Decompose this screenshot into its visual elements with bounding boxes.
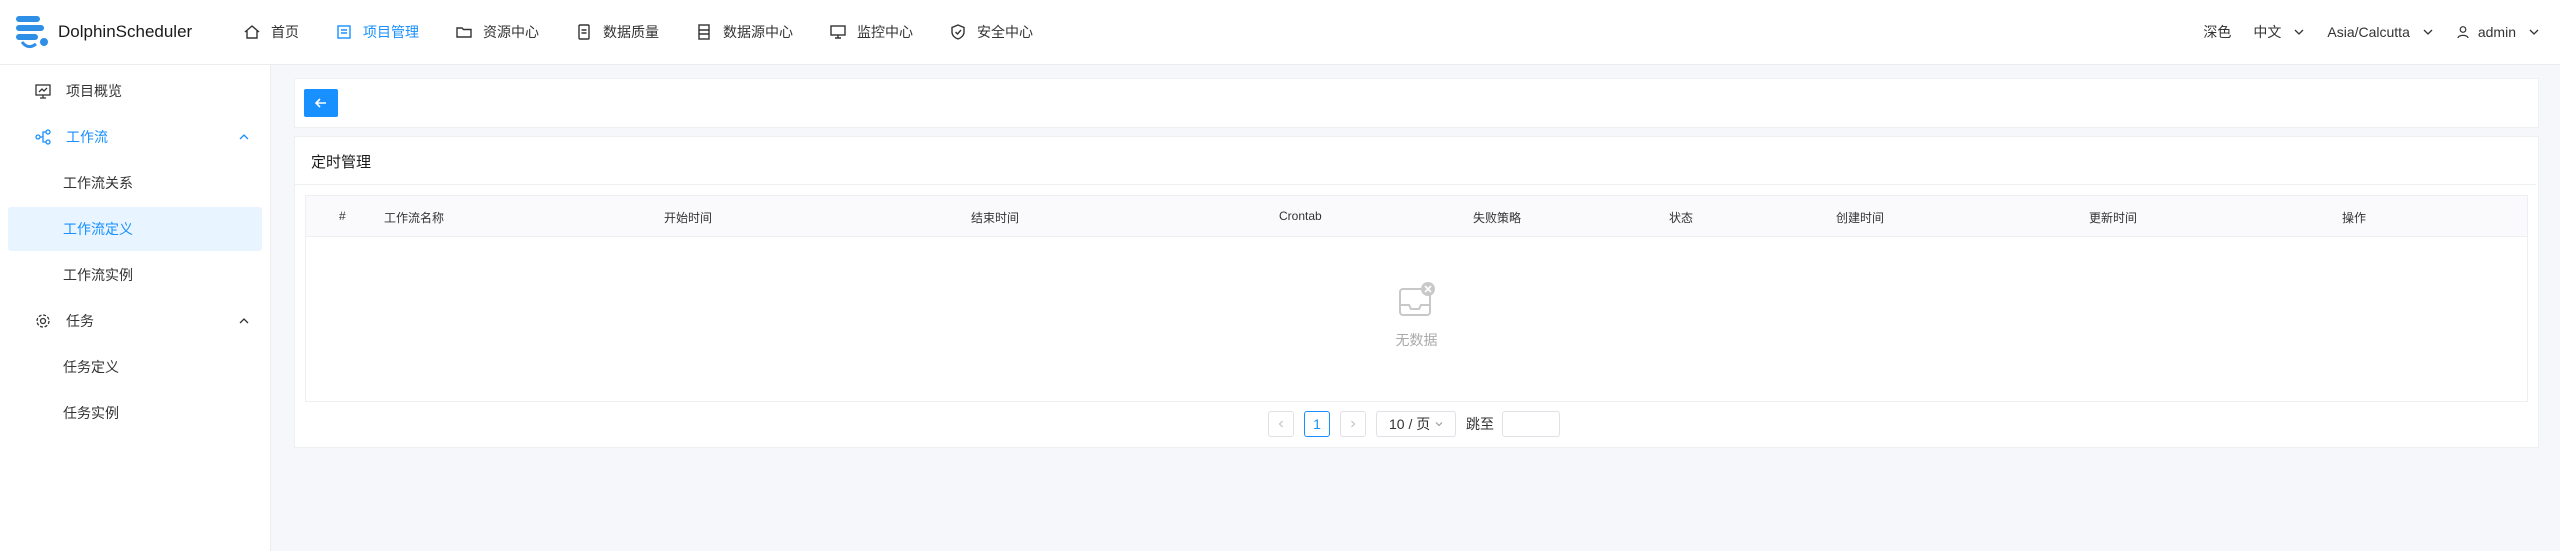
page-size-select[interactable]: 10 / 页 [1376,411,1456,437]
timezone-label: Asia/Calcutta [2327,24,2410,40]
main-nav: 首页 项目管理 资源中心 数据质量 数据源中心 监控中心 安全中心 [225,0,1051,64]
sidebar-item-workflow-relation[interactable]: 工作流关系 [8,161,262,205]
workflow-icon [35,129,51,145]
column-header: 失败策略 [1473,211,1522,225]
column-header: Crontab [1279,209,1322,223]
chevron-down-icon [2294,29,2304,35]
nav-monitor-label: 监控中心 [857,24,913,40]
nav-data-quality[interactable]: 数据质量 [557,0,677,64]
chevron-up-icon [239,134,249,140]
header-right: 深色 中文 Asia/Calcutta admin [2181,0,2560,64]
nav-security-label: 安全中心 [977,24,1033,40]
column-header: 创建时间 [1836,211,1885,225]
prev-page-button[interactable] [1268,411,1294,437]
language-select[interactable]: 中文 [2253,22,2305,42]
project-icon [337,25,351,39]
shield-icon [951,24,965,40]
chevron-right-icon [1351,420,1356,428]
column-header: 工作流名称 [384,211,445,225]
dolphin-logo-icon [10,12,56,52]
nav-datasource[interactable]: 数据源中心 [677,0,811,64]
sidebar-item-label: 工作流 [66,129,108,145]
toolbar-card [294,78,2539,128]
nav-security[interactable]: 安全中心 [931,0,1051,64]
column-header: 状态 [1669,211,1694,225]
sidebar-item-label: 工作流实例 [63,267,133,283]
nav-project-label: 项目管理 [363,24,419,40]
sidebar: 项目概览 工作流 工作流关系 工作流定义 工作流实例 任务 任务定义 任务实例 [0,65,271,551]
chevron-down-icon [2529,29,2539,35]
jump-page-input[interactable] [1502,411,1560,437]
page-button-current[interactable]: 1 [1304,411,1330,437]
chevron-down-icon [1435,422,1443,427]
timezone-select[interactable]: Asia/Calcutta [2327,24,2433,40]
sidebar-item-label: 工作流关系 [63,175,133,191]
monitor-icon [830,25,846,39]
brand-name: DolphinScheduler [58,22,193,41]
nav-data-quality-label: 数据质量 [603,24,659,40]
arrow-left-icon [314,98,326,108]
chevron-up-icon [239,318,249,324]
table-header: # 工作流名称 开始时间 结束时间 Crontab 失败策略 状态 创建时间 更… [306,196,2527,237]
datasource-icon [698,24,710,40]
sidebar-item-task-instance[interactable]: 任务实例 [8,391,262,435]
column-header: 开始时间 [664,211,713,225]
nav-monitor[interactable]: 监控中心 [811,0,931,64]
nav-project[interactable]: 项目管理 [317,0,437,64]
data-quality-icon [578,24,590,40]
column-header: 操作 [2342,211,2367,225]
pagination: 1 10 / 页 跳至 [1268,411,1560,437]
sidebar-group-workflow[interactable]: 工作流 [8,115,262,159]
brand-logo[interactable]: DolphinScheduler [10,12,225,52]
home-icon [244,25,260,39]
sidebar-item-label: 任务 [66,313,94,329]
schedule-table: # 工作流名称 开始时间 结束时间 Crontab 失败策略 状态 创建时间 更… [305,195,2528,402]
user-name: admin [2477,24,2516,40]
sidebar-group-task[interactable]: 任务 [8,299,262,343]
empty-text: 无数据 [1395,332,1438,348]
divider [295,184,2536,185]
theme-label: 深色 [2203,24,2232,40]
chevron-down-icon [2423,29,2433,35]
column-header: 更新时间 [2089,211,2138,225]
sidebar-item-workflow-instance[interactable]: 工作流实例 [8,253,262,297]
top-header: DolphinScheduler 首页 项目管理 资源中心 数据质量 数据源中心… [0,0,2560,65]
page-title: 定时管理 [311,154,372,171]
sidebar-item-label: 项目概览 [66,83,122,99]
jump-label: 跳至 [1466,416,1494,432]
sidebar-item-label: 任务实例 [63,405,119,421]
chevron-left-icon [1278,420,1283,428]
theme-toggle[interactable]: 深色 [2203,22,2231,42]
sidebar-item-label: 工作流定义 [63,221,133,237]
sidebar-item-project-overview[interactable]: 项目概览 [8,69,262,113]
empty-inbox-icon [1398,282,1435,316]
sidebar-item-task-definition[interactable]: 任务定义 [8,345,262,389]
next-page-button[interactable] [1340,411,1366,437]
user-menu[interactable]: admin [2456,24,2540,40]
folder-icon [456,27,472,38]
nav-resource[interactable]: 资源中心 [437,0,557,64]
sidebar-item-label: 任务定义 [63,359,119,375]
sidebar-item-workflow-definition[interactable]: 工作流定义 [8,207,262,251]
page-size-label: 10 / 页 [1389,416,1431,432]
column-header: 结束时间 [971,211,1020,225]
empty-state: 无数据 [306,281,2527,350]
back-button[interactable] [304,89,338,117]
nav-home-label: 首页 [271,24,299,40]
overview-icon [35,84,51,99]
nav-home[interactable]: 首页 [225,0,317,64]
nav-datasource-label: 数据源中心 [723,24,793,40]
gear-icon [36,314,50,328]
nav-resource-label: 资源中心 [483,24,539,40]
language-label: 中文 [2253,24,2282,40]
column-header: # [339,209,346,223]
user-icon [2457,26,2469,39]
